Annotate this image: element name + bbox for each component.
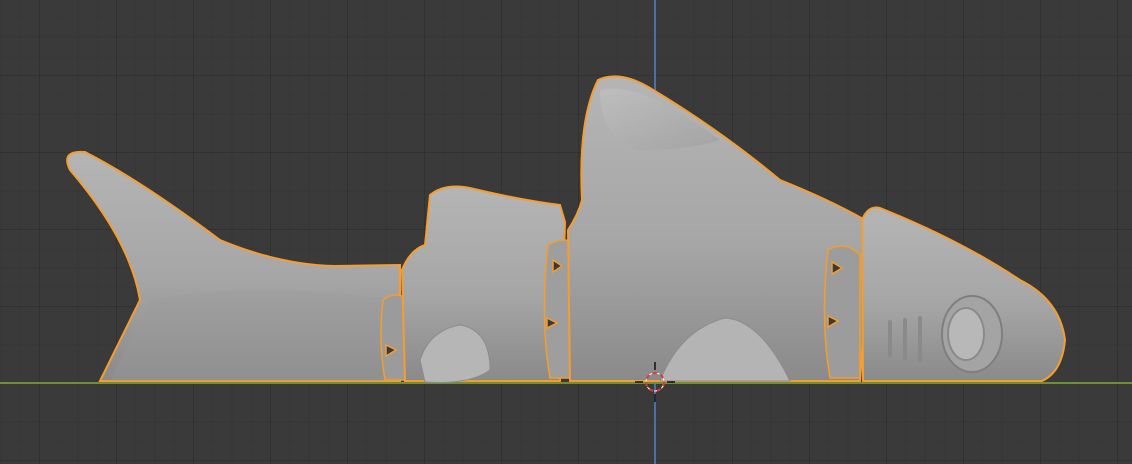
shark-head-segment[interactable] <box>860 206 1067 382</box>
eye-icon <box>941 295 1003 373</box>
shark-rear-body-segment[interactable] <box>400 185 567 383</box>
joint-3 <box>823 245 861 379</box>
scene-canvas[interactable] <box>0 0 1132 464</box>
shark-tail-segment[interactable] <box>66 150 401 382</box>
3d-viewport[interactable] <box>0 0 1132 464</box>
